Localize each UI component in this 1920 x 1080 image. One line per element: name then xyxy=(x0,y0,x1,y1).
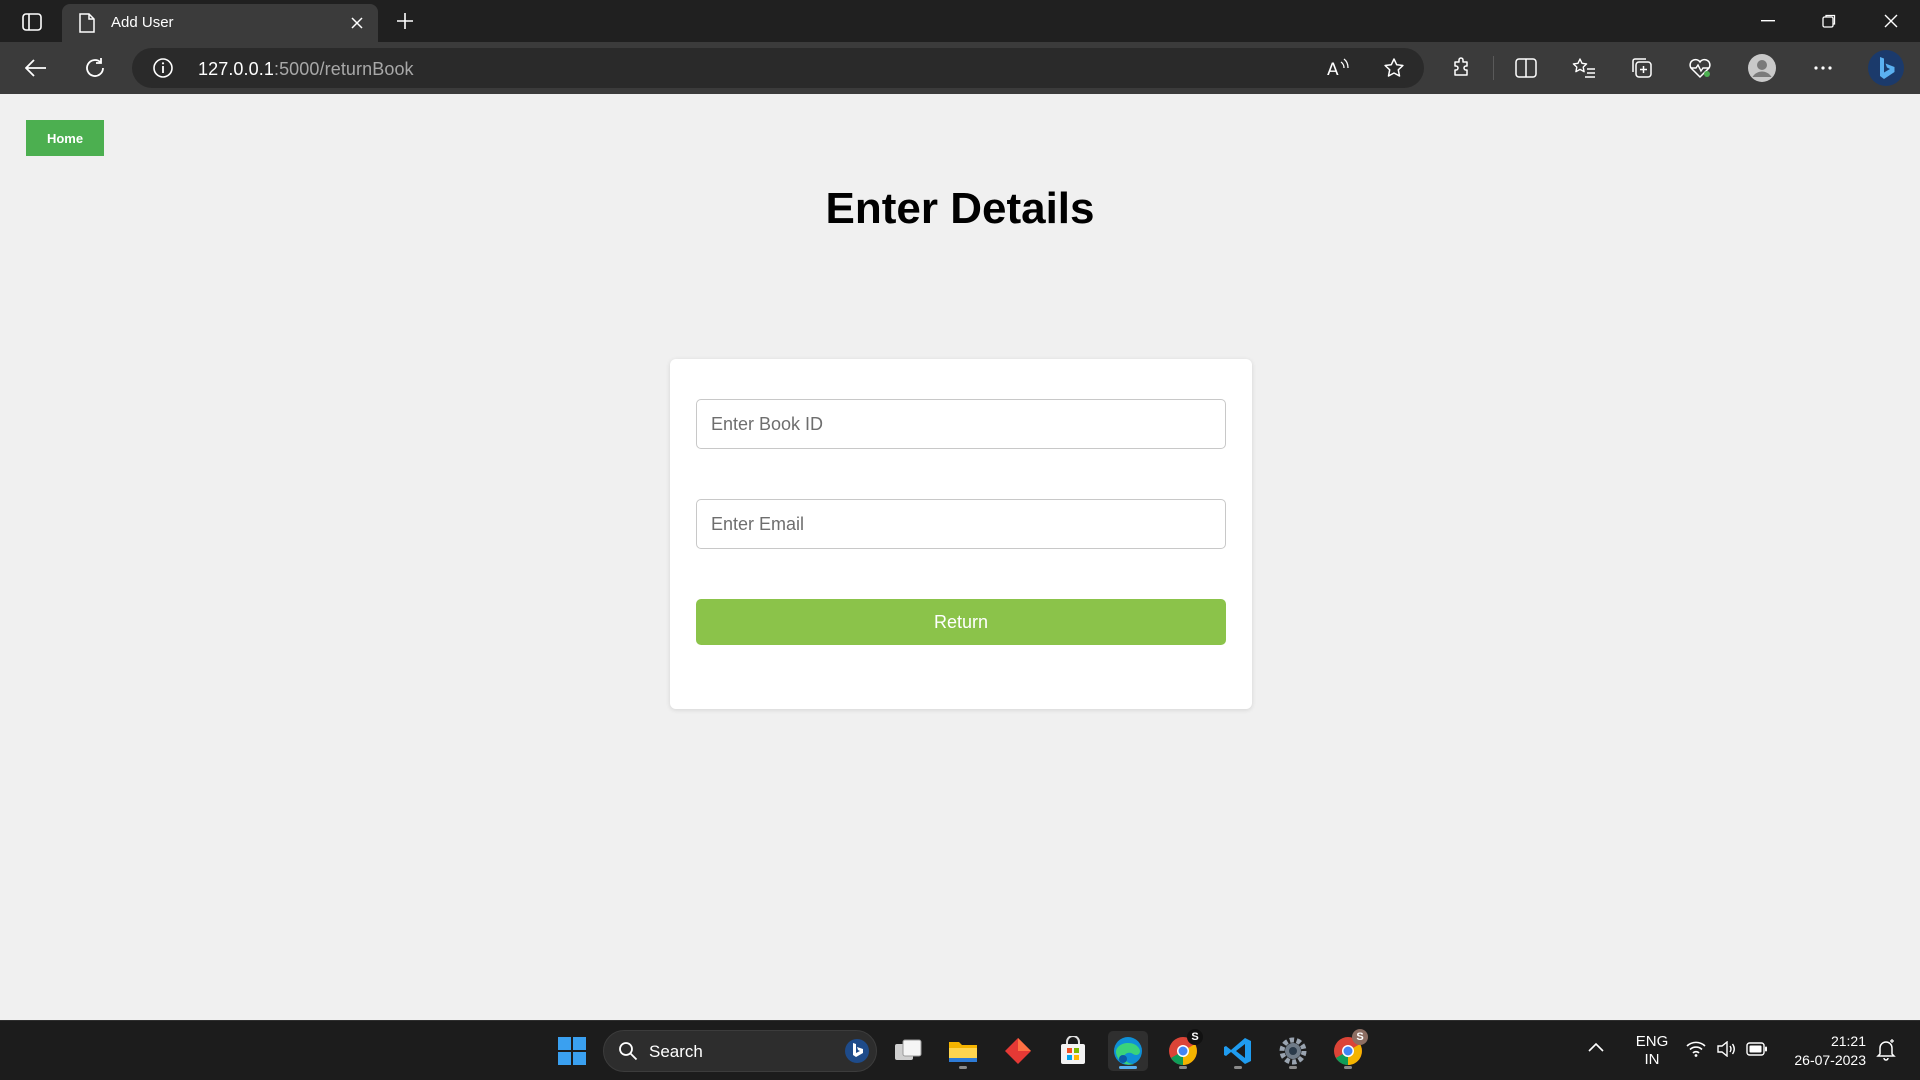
clock-time: 21:21 xyxy=(1830,1033,1866,1049)
running-indicator xyxy=(1234,1066,1242,1069)
minimize-icon[interactable] xyxy=(1748,6,1788,36)
microsoft-store-icon[interactable] xyxy=(1053,1031,1093,1071)
new-tab-button[interactable] xyxy=(390,8,420,34)
refresh-icon[interactable] xyxy=(77,52,113,84)
bing-copilot-icon[interactable] xyxy=(1864,47,1908,89)
vscode-icon[interactable] xyxy=(1218,1031,1258,1071)
toolbar-divider xyxy=(1493,56,1494,80)
profile-badge: S xyxy=(1187,1029,1203,1045)
volume-icon[interactable] xyxy=(1716,1040,1736,1062)
profile-badge: S xyxy=(1352,1029,1368,1045)
chrome-icon[interactable]: S xyxy=(1163,1029,1203,1071)
url-path: :5000/returnBook xyxy=(273,59,414,79)
windows-taskbar: Search S S ENG IN 21:21 26-07-2023 xyxy=(0,1020,1920,1080)
search-icon xyxy=(618,1041,638,1066)
restore-icon[interactable] xyxy=(1809,6,1849,36)
search-label: Search xyxy=(649,1042,703,1061)
taskbar-search[interactable]: Search xyxy=(603,1030,877,1072)
close-icon[interactable] xyxy=(346,12,368,34)
browser-tab-active[interactable]: Add User xyxy=(62,4,378,42)
extensions-icon[interactable] xyxy=(1444,52,1480,84)
window-close-icon[interactable] xyxy=(1871,6,1911,36)
book-id-input[interactable] xyxy=(696,399,1226,449)
edge-browser-icon[interactable] xyxy=(1108,1031,1148,1071)
bing-icon xyxy=(844,1038,870,1069)
active-indicator xyxy=(1119,1066,1137,1069)
clock[interactable]: 21:21 26-07-2023 xyxy=(1794,1032,1866,1070)
address-bar[interactable]: 127.0.0.1:5000/returnBook A xyxy=(132,48,1424,88)
battery-icon[interactable] xyxy=(1746,1042,1768,1061)
browser-essentials-icon[interactable] xyxy=(1682,52,1718,84)
chevron-up-icon[interactable] xyxy=(1588,1039,1604,1057)
email-input[interactable] xyxy=(696,499,1226,549)
svg-text:A: A xyxy=(1327,60,1339,78)
profile-avatar[interactable] xyxy=(1744,52,1780,84)
favorites-list-icon[interactable] xyxy=(1566,52,1602,84)
info-icon[interactable] xyxy=(152,57,174,79)
language-primary: ENG xyxy=(1635,1033,1669,1050)
tab-actions-icon[interactable] xyxy=(14,8,50,36)
favorite-star-icon[interactable] xyxy=(1378,53,1410,83)
running-indicator xyxy=(1289,1066,1297,1069)
page-icon xyxy=(78,13,96,33)
browser-toolbar: 127.0.0.1:5000/returnBook A xyxy=(0,42,1920,94)
clock-date: 26-07-2023 xyxy=(1794,1052,1866,1068)
url-host: 127.0.0.1 xyxy=(198,59,274,79)
tab-title: Add User xyxy=(111,14,174,31)
split-screen-icon[interactable] xyxy=(1508,52,1544,84)
chrome-profile-icon[interactable]: S xyxy=(1328,1029,1368,1071)
task-view-icon[interactable] xyxy=(888,1031,928,1071)
page-title: Enter Details xyxy=(825,184,1095,233)
page-content: Home Enter Details Return xyxy=(0,94,1920,1020)
running-indicator xyxy=(959,1066,967,1069)
home-button[interactable]: Home xyxy=(26,120,104,156)
return-button[interactable]: Return xyxy=(696,599,1226,645)
language-secondary: IN xyxy=(1644,1051,1660,1068)
language-indicator[interactable]: ENG IN xyxy=(1630,1033,1674,1069)
more-options-icon[interactable] xyxy=(1805,52,1841,84)
browser-tab-bar: Add User xyxy=(0,0,1920,42)
read-aloud-icon[interactable]: A xyxy=(1322,53,1354,83)
wifi-icon[interactable] xyxy=(1686,1041,1706,1062)
red-app-icon[interactable] xyxy=(998,1031,1038,1071)
settings-gear-icon[interactable] xyxy=(1273,1031,1313,1071)
return-book-form: Return xyxy=(670,359,1252,709)
collections-icon[interactable] xyxy=(1624,52,1660,84)
url-text: 127.0.0.1:5000/returnBook xyxy=(198,59,414,80)
file-explorer-icon[interactable] xyxy=(943,1031,983,1071)
notifications-icon[interactable] xyxy=(1876,1039,1896,1066)
start-windows-icon[interactable] xyxy=(552,1031,592,1071)
running-indicator xyxy=(1179,1066,1187,1069)
back-arrow-icon[interactable] xyxy=(18,52,54,84)
running-indicator xyxy=(1344,1066,1352,1069)
